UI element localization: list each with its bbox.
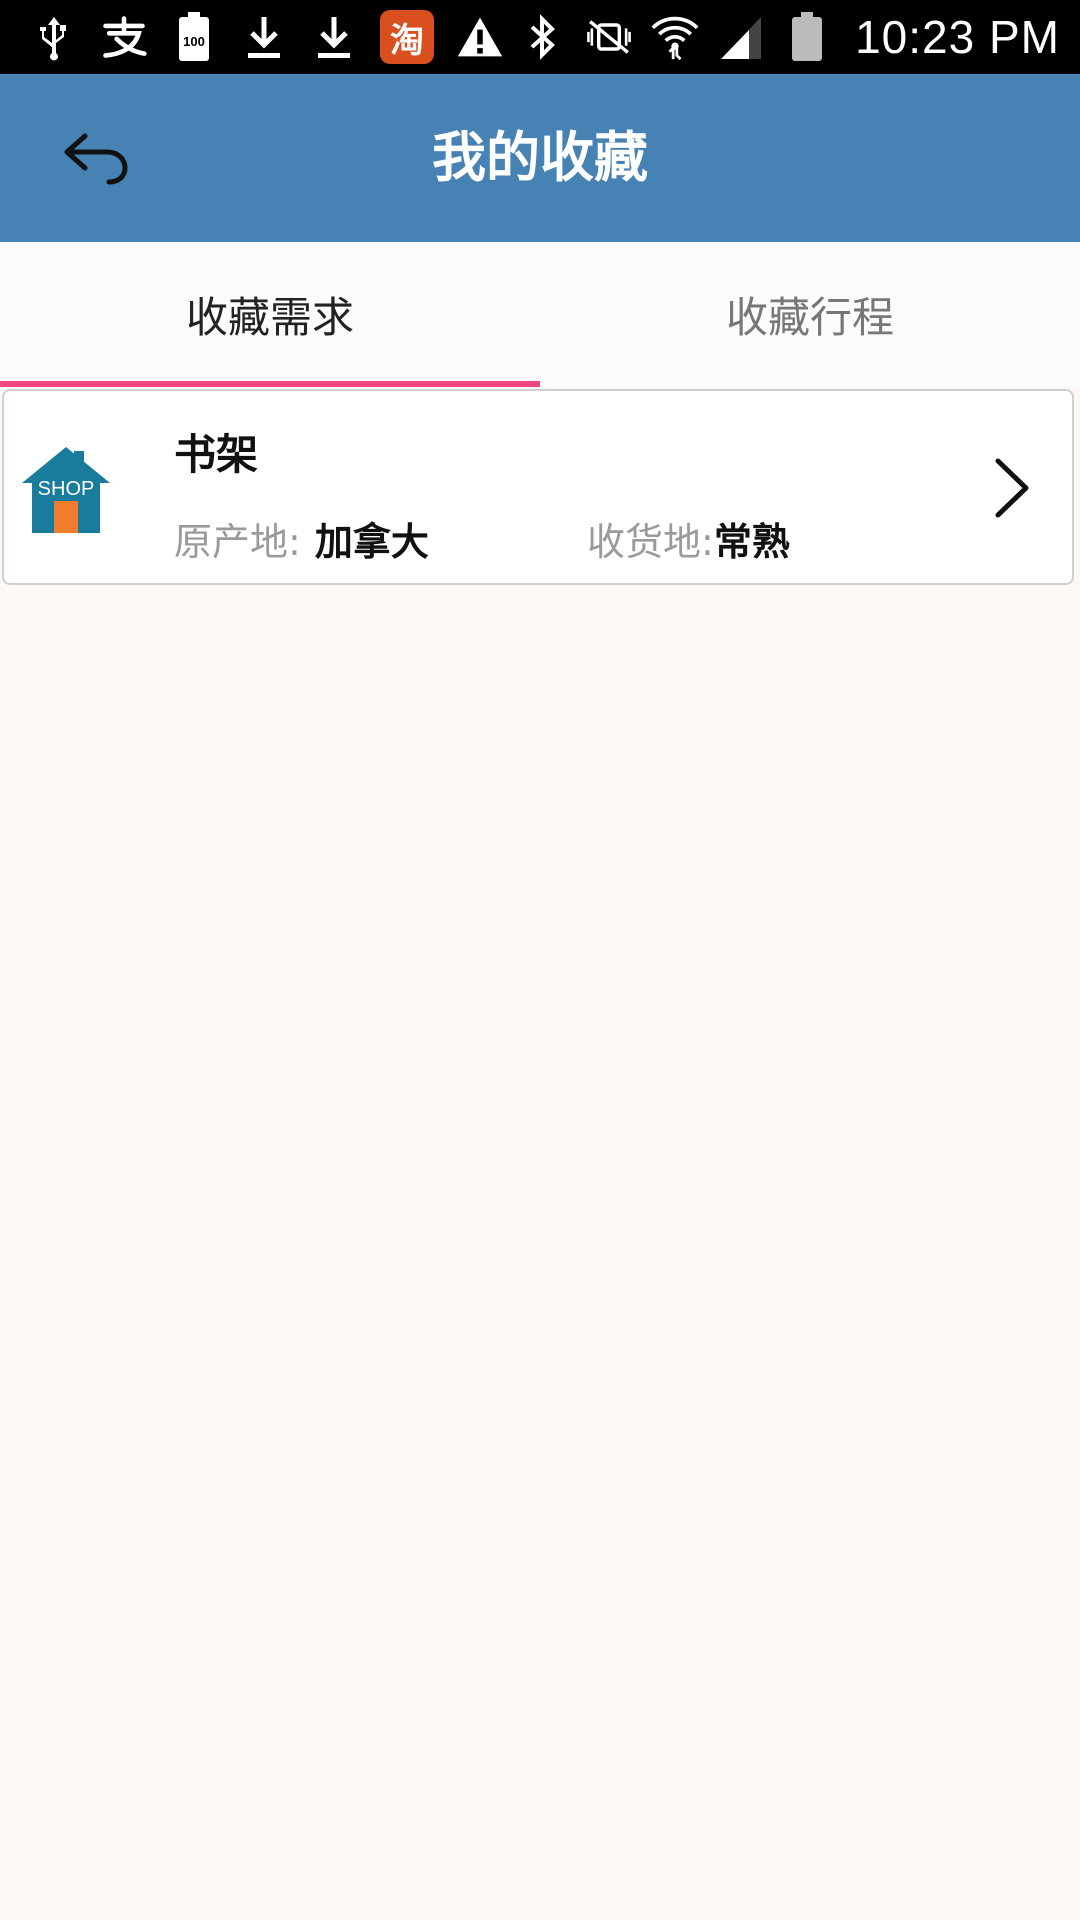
- origin-label: 原产地:: [174, 520, 301, 564]
- wifi-icon: [651, 13, 699, 61]
- usb-icon: [30, 13, 78, 61]
- battery-full-icon: 100: [170, 12, 218, 61]
- page-title: 我的收藏: [432, 126, 648, 189]
- app-header: 我的收藏: [0, 74, 1080, 242]
- origin-info: 原产地: 加拿大: [174, 511, 429, 566]
- download-icon: [310, 13, 358, 61]
- status-bar: 100 淘 10:23 PM: [0, 0, 1080, 74]
- bluetooth-icon: [519, 13, 567, 61]
- cell-signal-icon: [717, 13, 765, 61]
- vibrate-muted-icon: [585, 13, 633, 61]
- item-title: 书架: [174, 430, 259, 479]
- destination-value: 常熟: [713, 520, 790, 564]
- status-notifications: 100 淘: [30, 0, 504, 74]
- download-icon: [240, 13, 288, 61]
- favorites-list: SHOP 书架 原产地: 加拿大 收货地: 常熟: [0, 387, 1080, 585]
- tab-bar: 收藏需求 收藏行程: [0, 242, 1080, 387]
- alipay-icon: [100, 13, 148, 61]
- shop-icon: SHOP: [18, 441, 114, 537]
- battery-level-text: 100: [183, 34, 205, 49]
- destination-info: 收货地: 常熟: [587, 511, 790, 566]
- status-system: 10:23 PM: [519, 0, 1060, 74]
- taobao-icon: 淘: [380, 10, 434, 64]
- battery-icon: [783, 12, 831, 61]
- origin-value: 加拿大: [314, 520, 429, 564]
- warning-icon: [456, 13, 504, 61]
- status-time: 10:23 PM: [855, 11, 1060, 63]
- list-item[interactable]: SHOP 书架 原产地: 加拿大 收货地: 常熟: [2, 389, 1074, 585]
- destination-label: 收货地:: [587, 520, 714, 564]
- tab-label: 收藏行程: [725, 293, 894, 342]
- chevron-right-icon: [986, 455, 1036, 521]
- tab-favorite-trips[interactable]: 收藏行程: [540, 242, 1080, 387]
- shop-thumb-text: SHOP: [38, 478, 95, 500]
- tab-favorite-requests[interactable]: 收藏需求: [0, 242, 540, 387]
- tab-label: 收藏需求: [185, 293, 354, 342]
